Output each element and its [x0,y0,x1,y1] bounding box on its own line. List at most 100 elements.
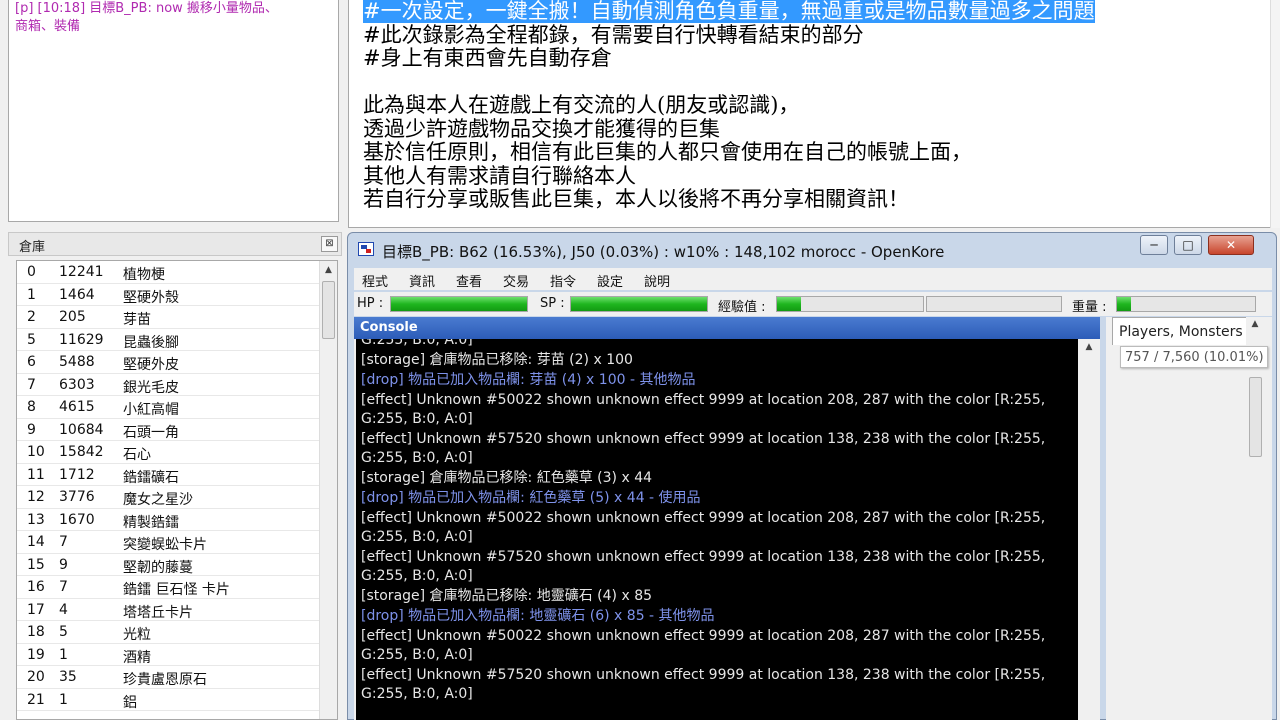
menu-help[interactable]: 說明 [644,271,670,290]
storage-row[interactable]: 18 5 光粒 [17,621,337,644]
storage-list[interactable]: 0 12241 植物梗 1 1464 堅硬外殼 2 205 芽苗 5 11629 昆蟲後腳 6 5488 堅… [16,260,338,720]
storage-item-name: 珍貴盧恩原石 [123,672,207,688]
storage-item-name: 芽苗 [123,312,151,328]
description-line-text: #此次錄影為全程都錄，有需要自行快轉看結束的部分 [363,22,864,47]
storage-item-name: 鋯鐳 巨石怪 卡片 [123,582,230,598]
storage-item-quantity: 1 [59,691,68,708]
storage-row[interactable]: 10 15842 石心 [17,441,337,464]
storage-row[interactable]: 5 11629 昆蟲後腳 [17,329,337,351]
storage-title: 倉庫 [19,240,46,255]
storage-row[interactable]: 17 4 塔塔丘卡片 [17,599,337,621]
side-panel: Players, Monsters ▲ 757 / 7,560 (10.01%) [1106,317,1272,720]
storage-row[interactable]: 2 205 芽苗 [17,306,337,329]
console-scrollbar[interactable]: ▲ [1080,339,1098,720]
hp-bar-fill [391,297,527,311]
menu-view[interactable]: 查看 [456,271,482,290]
minimize-button[interactable]: ─ [1140,235,1168,255]
storage-item-name: 昆蟲後腳 [123,334,179,351]
exp-label: 經驗值 : [718,300,766,315]
description-line: 其他人有需求請自行聯絡本人 [363,163,1268,189]
close-button[interactable]: ✕ [1208,235,1254,255]
storage-row[interactable]: 13 1670 精製鋯鐳 [17,509,337,531]
chat-log[interactable]: [p] [10:18] 目標B_PB: now 搬移小量物品、 商箱、裝備 [8,0,339,222]
close-icon[interactable]: ⊠ [321,236,338,252]
storage-item-quantity: 7 [59,534,68,550]
console-line: [effect] Unknown #50022 shown unknown ef… [361,628,1046,663]
storage-row[interactable]: 15 9 堅韌的藤蔓 [17,554,337,576]
console-line: [drop] 物品已加入物品欄: 紅色藥草 (5) x 44 - 使用品 [361,490,701,506]
console-output[interactable]: G:255, B:0, A:0] [storage] 倉庫物品已移除: 芽苗 (2… [356,339,1078,720]
description-text: #一次設定，一鍵全搬！自動偵測角色負重量，無過重或是物品數量過多之問題 #此次錄影… [363,0,1268,212]
console-line: [effect] Unknown #50022 shown unknown ef… [361,510,1046,545]
scroll-up-icon[interactable]: ▲ [1246,319,1264,333]
storage-row[interactable]: 21 1 鋁 [17,689,337,711]
tab-players-monsters[interactable]: Players, Monsters [1112,317,1258,345]
storage-item-index: 20 [27,669,45,685]
storage-item-name: 塔塔丘卡片 [123,604,193,621]
console-header: Console [354,317,1100,339]
storage-item-index: 17 [27,601,45,618]
description-line-text: 基於信任原則，相信有此巨集的人都只會使用在自己的帳號上面， [363,140,972,164]
scroll-up-icon[interactable]: ▲ [320,261,337,279]
tab-label: Players, Monsters [1119,324,1243,340]
description-line [363,71,1268,95]
menu-program[interactable]: 程式 [362,271,388,290]
storage-item-name: 魔女之星沙 [123,492,193,508]
openkore-window: 目標B_PB: B62 (16.53%), J50 (0.03%) : w10%… [347,232,1277,720]
console-line: G:255, B:0, A:0] [361,339,473,348]
menu-settings[interactable]: 設定 [597,271,623,290]
storage-row[interactable]: 16 7 鋯鐳 巨石怪 卡片 [17,576,337,599]
scroll-thumb[interactable] [322,281,335,339]
description-line: #一次設定，一鍵全搬！自動偵測角色負重量，無過重或是物品數量過多之問題 [363,0,1268,24]
storage-item-name: 植物梗 [123,267,165,283]
maximize-button[interactable]: □ [1174,235,1202,255]
sp-bar-fill [571,297,707,311]
storage-item-name: 石心 [123,447,151,463]
job-exp-bar [926,296,1062,312]
storage-item-name: 堅硬外殼 [123,289,179,306]
scroll-up-icon[interactable]: ▲ [1080,339,1098,355]
description-scrollbar[interactable] [1270,0,1280,228]
menu-bar: 程式 資訊 查看 交易 指令 設定 說明 [354,268,1272,290]
hp-bar [390,296,528,312]
storage-row[interactable]: 14 7 突變蜈蚣卡片 [17,531,337,554]
description-line-text: #一次設定，一鍵全搬！自動偵測角色負重量，無過重或是物品數量過多之問題 [363,0,1095,23]
storage-row[interactable]: 12 3776 魔女之星沙 [17,486,337,509]
window-titlebar[interactable]: 目標B_PB: B62 (16.53%), J50 (0.03%) : w10%… [348,233,1276,265]
sp-label: SP : [540,296,565,311]
side-scrollbar[interactable]: ▲ [1246,317,1264,477]
storage-row[interactable]: 19 1 酒精 [17,644,337,666]
storage-item-quantity: 35 [59,669,77,685]
storage-item-index: 5 [27,331,36,348]
storage-item-quantity: 10684 [59,421,104,438]
storage-row[interactable]: 11 1712 鋯鐳礦石 [17,464,337,486]
console-title: Console [360,320,418,335]
storage-item-index: 16 [27,579,45,595]
storage-row[interactable]: 0 12241 植物梗 [17,261,337,284]
storage-item-quantity: 4 [59,601,68,618]
storage-item-name: 堅硬外皮 [123,357,179,373]
openkore-app-icon [358,242,374,256]
storage-row[interactable]: 8 4615 小紅高帽 [17,396,337,419]
storage-row[interactable]: 20 35 珍貴盧恩原石 [17,666,337,689]
storage-row[interactable]: 9 10684 石頭一角 [17,419,337,441]
description-line-text: 其他人有需求請自行聯絡本人 [363,163,636,188]
storage-item-index: 15 [27,556,45,573]
console-line: [effect] Unknown #50022 shown unknown ef… [361,392,1046,427]
storage-row[interactable]: 7 6303 銀光毛皮 [17,374,337,396]
menu-info[interactable]: 資訊 [409,271,435,290]
menu-command[interactable]: 指令 [550,271,576,290]
storage-scrollbar[interactable]: ▲ [319,261,337,719]
scroll-thumb[interactable] [1249,377,1262,457]
weight-bar [1116,296,1256,312]
storage-row[interactable]: 6 5488 堅硬外皮 [17,351,337,374]
console-line: [effect] Unknown #57520 shown unknown ef… [361,549,1046,584]
storage-row[interactable]: 1 1464 堅硬外殼 [17,284,337,306]
menu-trade[interactable]: 交易 [503,271,529,290]
storage-item-quantity: 3776 [59,489,95,505]
tooltip-text: 757 / 7,560 (10.01%) [1125,350,1264,365]
weight-label: 重量 : [1072,300,1107,315]
window-title: 目標B_PB: B62 (16.53%), J50 (0.03%) : w10%… [382,243,945,261]
console-line: [drop] 物品已加入物品欄: 芽苗 (4) x 100 - 其他物品 [361,372,696,388]
description-textarea[interactable]: #一次設定，一鍵全搬！自動偵測角色負重量，無過重或是物品數量過多之問題 #此次錄影… [348,0,1280,228]
